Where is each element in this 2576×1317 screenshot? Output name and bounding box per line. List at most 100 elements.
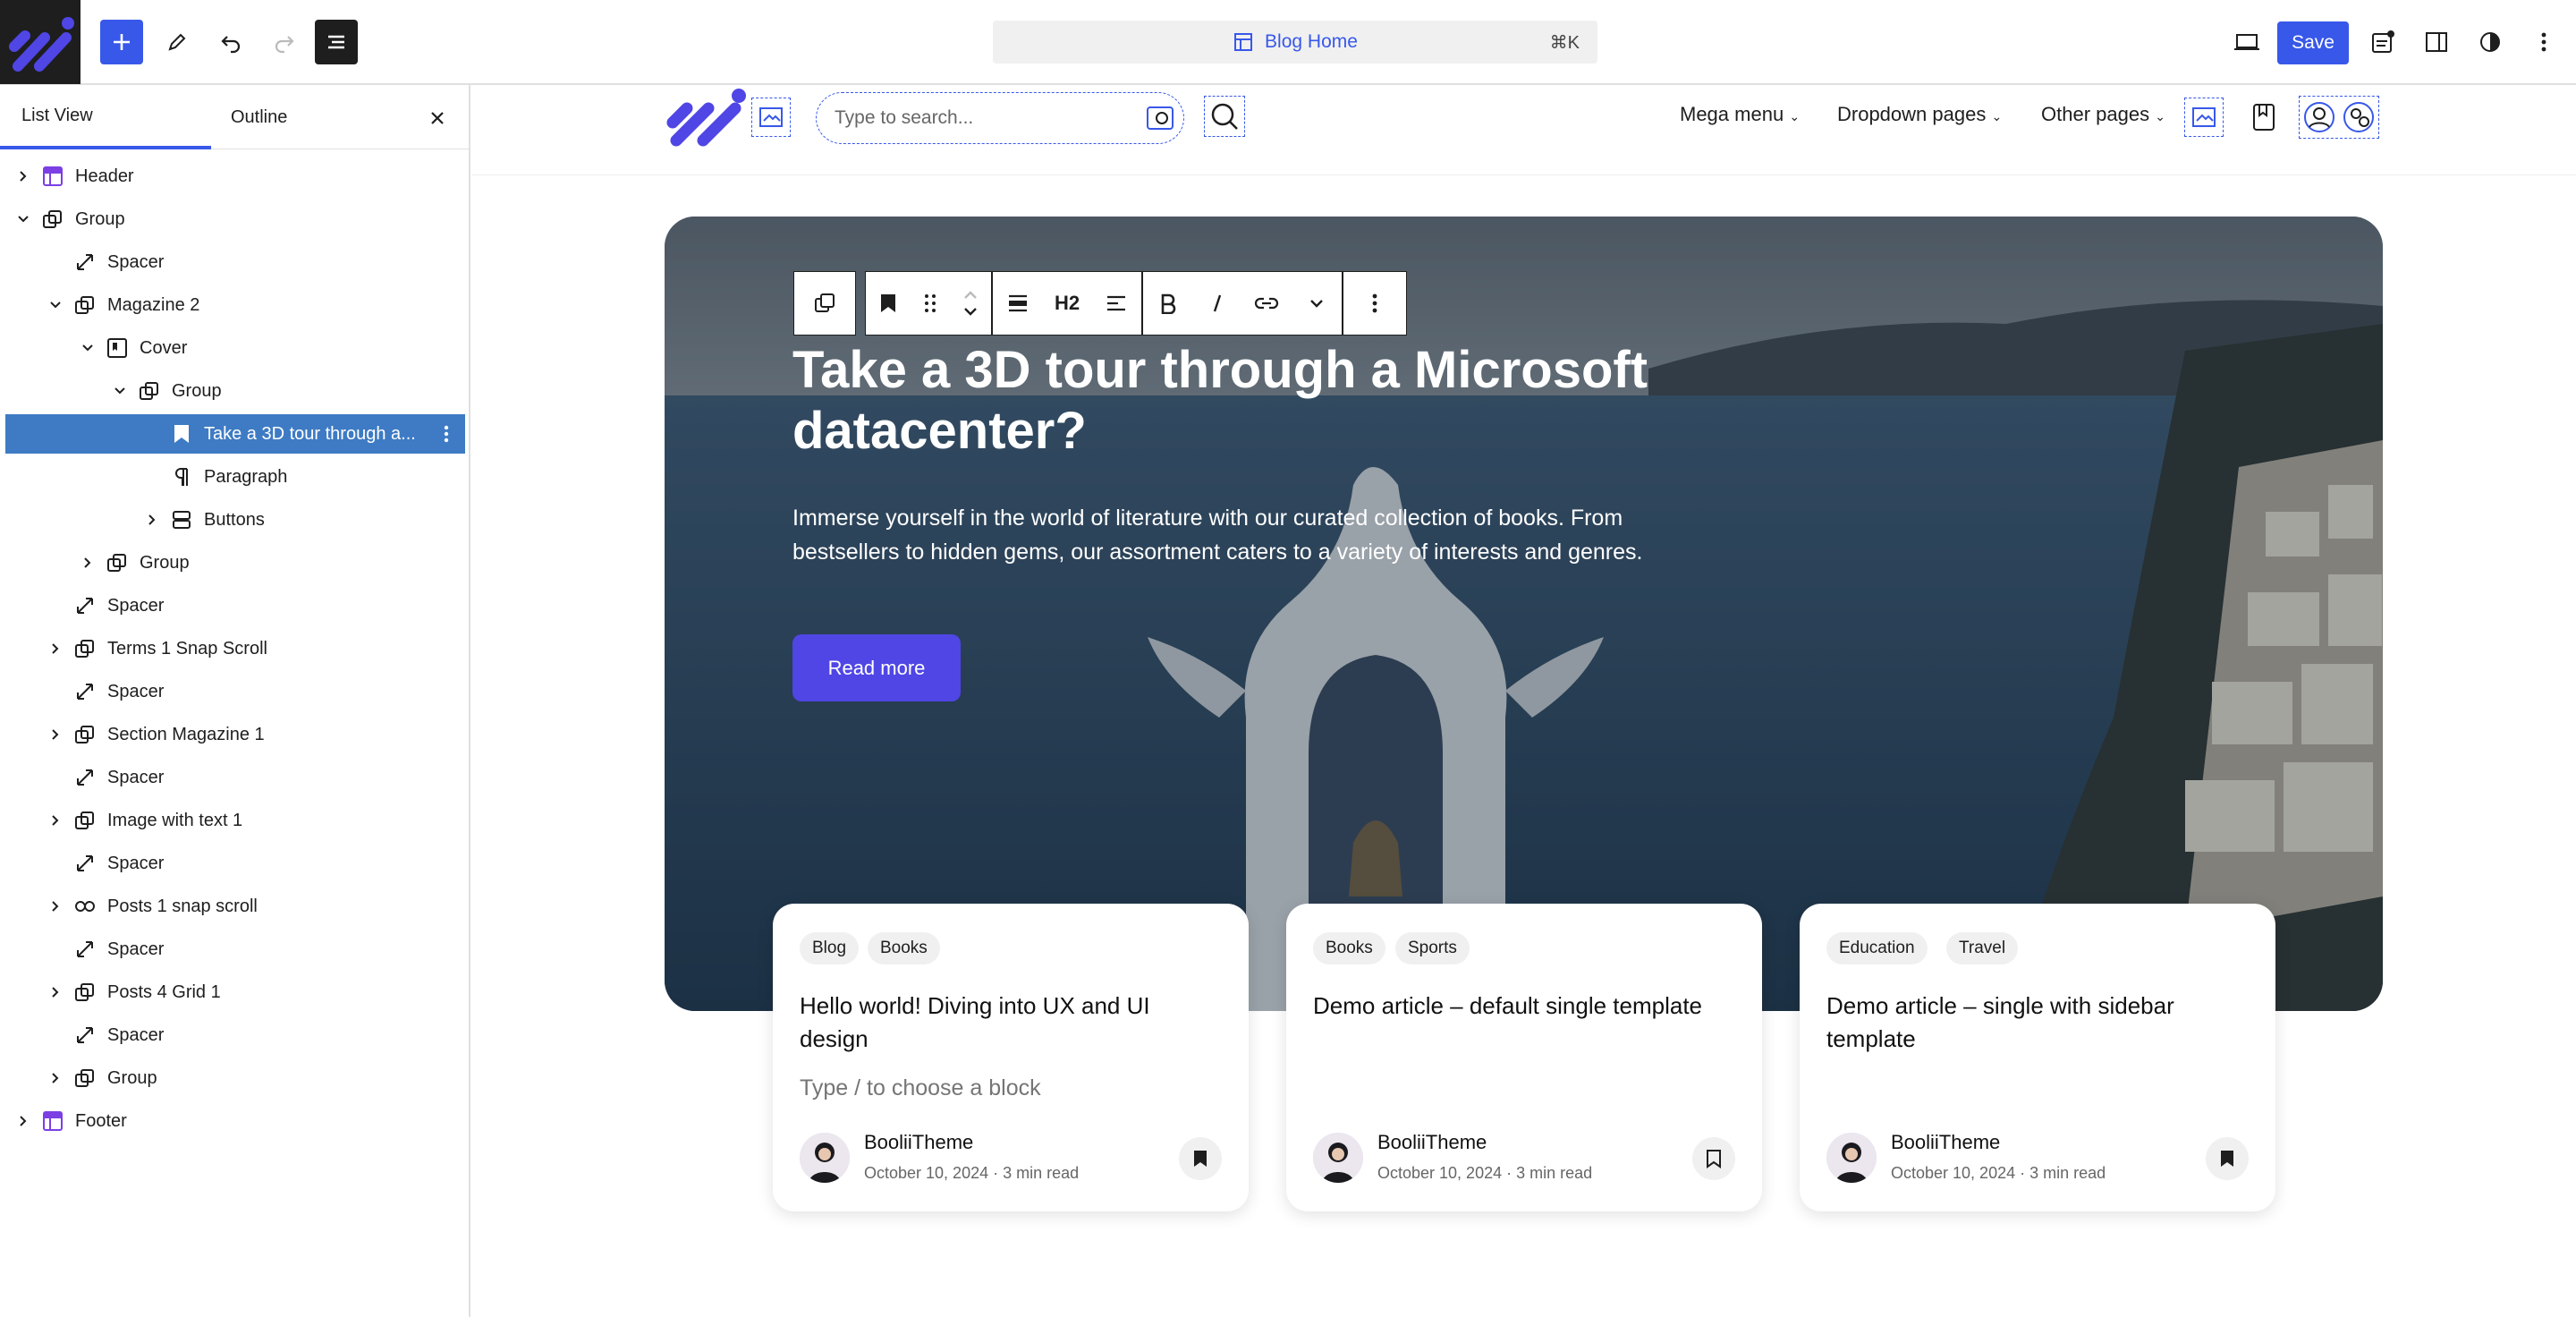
- document-overview-button[interactable]: [315, 20, 358, 64]
- list-view-row[interactable]: Take a 3D tour through a...: [5, 414, 465, 454]
- add-block-button[interactable]: [100, 20, 143, 64]
- list-view-row[interactable]: Header: [5, 157, 465, 196]
- more-formats-button[interactable]: [1292, 272, 1342, 335]
- chevron-down-icon[interactable]: [47, 296, 64, 314]
- tab-list-view[interactable]: List View: [0, 85, 211, 149]
- undo-button[interactable]: [209, 20, 252, 64]
- list-view-row[interactable]: Spacer: [5, 758, 465, 797]
- category-tag[interactable]: Blog: [800, 932, 860, 964]
- site-logo-button[interactable]: [0, 0, 80, 84]
- chevron-right-icon[interactable]: [79, 554, 97, 572]
- list-view-row[interactable]: Spacer: [5, 242, 465, 282]
- align-wide-button[interactable]: [993, 272, 1043, 335]
- chevron-right-icon[interactable]: [47, 640, 64, 658]
- bold-button[interactable]: [1143, 272, 1193, 335]
- post-card[interactable]: Books Sports Demo article – default sing…: [1286, 904, 1762, 1211]
- chevron-right-icon[interactable]: [14, 167, 32, 185]
- command-palette-button[interactable]: Blog Home ⌘K: [993, 21, 1597, 64]
- account-buttons[interactable]: [2299, 96, 2379, 139]
- site-header[interactable]: Type to search... Mega menu ⌄ Dropdown p…: [662, 85, 2380, 174]
- bookmark-button[interactable]: [2206, 1137, 2249, 1180]
- block-switcher-button[interactable]: [866, 272, 911, 335]
- options-menu-button[interactable]: [2522, 20, 2565, 64]
- category-tag[interactable]: Education: [1826, 932, 1928, 964]
- tools-button[interactable]: [156, 20, 199, 64]
- list-view-row[interactable]: Posts 1 snap scroll: [5, 887, 465, 926]
- list-view-row[interactable]: Terms 1 Snap Scroll: [5, 629, 465, 668]
- search-toggle-button[interactable]: [1204, 96, 1245, 137]
- chevron-right-icon[interactable]: [47, 726, 64, 743]
- list-view-row[interactable]: Cover: [5, 328, 465, 368]
- list-view-row[interactable]: Paragraph: [5, 457, 465, 497]
- styles-button[interactable]: [2469, 20, 2512, 64]
- category-tag[interactable]: Books: [1313, 932, 1385, 964]
- select-parent-button[interactable]: [794, 272, 855, 335]
- bookmark-button[interactable]: [1179, 1137, 1222, 1180]
- list-view-row[interactable]: Section Magazine 1: [5, 715, 465, 754]
- move-up-down-button[interactable]: [950, 272, 991, 335]
- chevron-right-icon[interactable]: [47, 811, 64, 829]
- nav-dropdown-pages[interactable]: Dropdown pages ⌄: [1837, 103, 2002, 126]
- list-view-row[interactable]: Spacer: [5, 844, 465, 883]
- hero-paragraph[interactable]: Immerse yourself in the world of literat…: [792, 501, 1714, 569]
- nav-mega-menu[interactable]: Mega menu ⌄: [1680, 103, 1800, 126]
- nav-other-pages[interactable]: Other pages ⌄: [2041, 103, 2165, 126]
- bookmarks-button[interactable]: [2245, 98, 2284, 137]
- chevron-right-icon[interactable]: [14, 1112, 32, 1130]
- chevron-down-icon[interactable]: [79, 339, 97, 357]
- post-card[interactable]: Education Travel Demo article – single w…: [1800, 904, 2275, 1211]
- heading-level-button[interactable]: H2: [1043, 272, 1091, 335]
- chevron-down-icon[interactable]: [111, 382, 129, 400]
- search-placeholder[interactable]: Type to search...: [835, 107, 973, 129]
- drag-handle[interactable]: [911, 272, 950, 335]
- read-more-button[interactable]: Read more: [792, 634, 961, 701]
- post-title[interactable]: Hello world! Diving into UX and UI desig…: [800, 990, 1220, 1056]
- site-title-placeholder[interactable]: [751, 98, 791, 137]
- nav-placeholder[interactable]: [2184, 98, 2224, 137]
- post-title[interactable]: Demo article – default single template: [1313, 990, 1733, 1023]
- chevron-down-icon[interactable]: [14, 210, 32, 228]
- cover-block[interactable]: [665, 217, 2383, 1011]
- list-view-row[interactable]: Magazine 2: [5, 285, 465, 325]
- category-tag[interactable]: Books: [868, 932, 940, 964]
- list-view-row[interactable]: Group: [5, 200, 465, 239]
- post-card[interactable]: Blog Books Hello world! Diving into UX a…: [773, 904, 1249, 1211]
- chevron-right-icon[interactable]: [143, 511, 161, 529]
- author-name[interactable]: BooliiTheme: [1891, 1131, 2000, 1154]
- link-button[interactable]: [1241, 272, 1292, 335]
- search-button-icon[interactable]: [1146, 104, 1176, 132]
- list-view-row[interactable]: Footer: [5, 1101, 465, 1141]
- list-view-row[interactable]: Group: [5, 543, 465, 582]
- italic-button[interactable]: [1193, 272, 1241, 335]
- device-preview-button[interactable]: [2225, 20, 2268, 64]
- chevron-right-icon[interactable]: [47, 1069, 64, 1087]
- style-book-button[interactable]: [2361, 20, 2404, 64]
- chevron-right-icon[interactable]: [47, 983, 64, 1001]
- list-view-row[interactable]: Buttons: [5, 500, 465, 540]
- post-title[interactable]: Demo article – single with sidebar templ…: [1826, 990, 2247, 1056]
- list-view-row[interactable]: Spacer: [5, 586, 465, 625]
- chevron-right-icon[interactable]: [47, 897, 64, 915]
- author-name[interactable]: BooliiTheme: [1377, 1131, 1487, 1154]
- category-tag[interactable]: Travel: [1946, 932, 2019, 964]
- bookmark-button[interactable]: [1692, 1137, 1735, 1180]
- list-view-row[interactable]: Spacer: [5, 930, 465, 969]
- list-view-row[interactable]: Image with text 1: [5, 801, 465, 840]
- redo-button[interactable]: [263, 20, 306, 64]
- hero-heading[interactable]: Take a 3D tour through a Microsoft datac…: [792, 340, 1794, 462]
- tab-outline[interactable]: Outline: [231, 85, 287, 149]
- list-view-row[interactable]: Group: [5, 1058, 465, 1098]
- list-view-row[interactable]: Group: [5, 371, 465, 411]
- row-options-button[interactable]: [440, 423, 453, 445]
- settings-sidebar-button[interactable]: [2415, 20, 2458, 64]
- block-inserter-placeholder[interactable]: Type / to choose a block: [800, 1075, 1041, 1101]
- block-options-button[interactable]: [1343, 272, 1406, 335]
- user-search-icon[interactable]: [2342, 100, 2376, 134]
- author-name[interactable]: BooliiTheme: [864, 1131, 973, 1154]
- list-view-row[interactable]: Spacer: [5, 672, 465, 711]
- search-block[interactable]: Type to search...: [816, 92, 1184, 144]
- category-tag[interactable]: Sports: [1395, 932, 1470, 964]
- save-button[interactable]: Save: [2277, 21, 2349, 64]
- user-icon[interactable]: [2302, 100, 2336, 134]
- text-align-button[interactable]: [1091, 272, 1141, 335]
